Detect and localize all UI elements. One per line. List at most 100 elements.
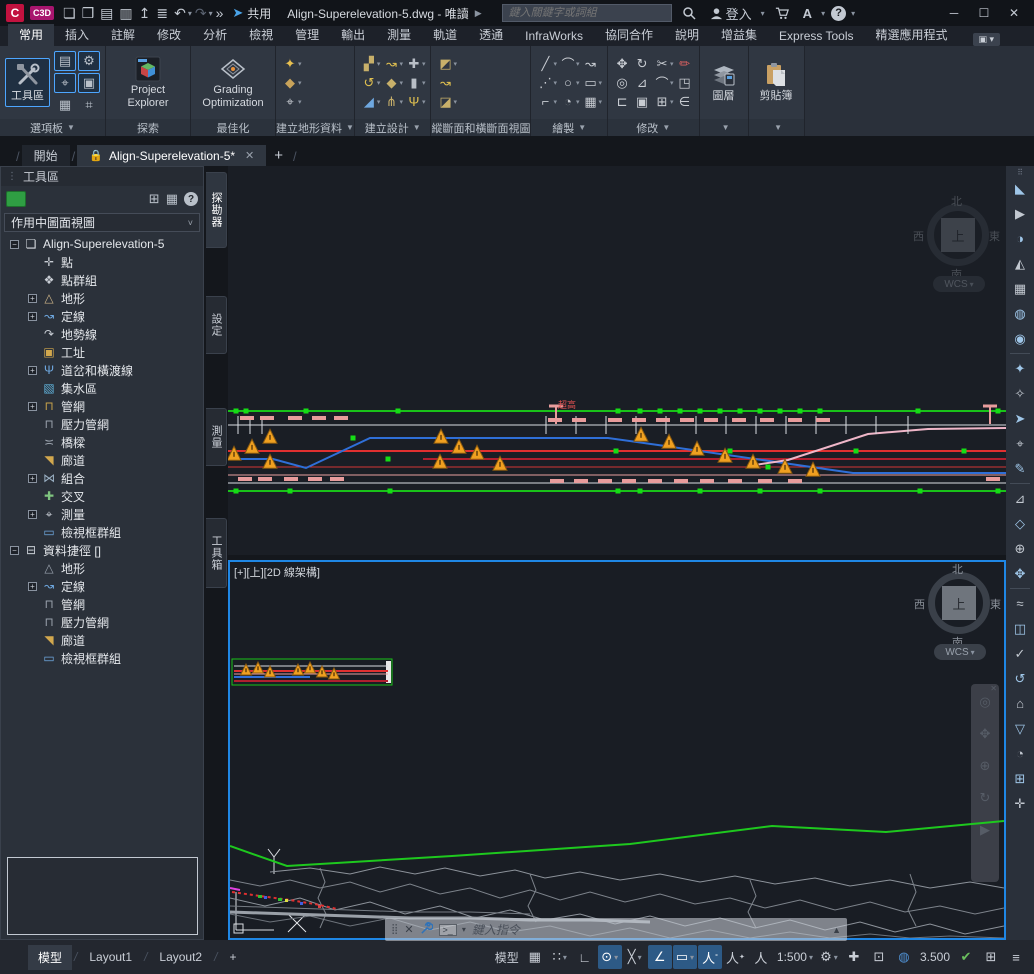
tree-item-壓力管網[interactable]: ⊓壓力管網 (4, 613, 202, 631)
file-tab-start[interactable]: 開始 (22, 145, 70, 166)
points-create-icon[interactable]: ✦▾ (281, 55, 302, 73)
snap-tool-icon[interactable]: ≈ (1006, 591, 1034, 616)
select-icon[interactable]: ➤ (1006, 406, 1034, 431)
ribbon-tab-透通[interactable]: 透通 (468, 24, 514, 46)
tree-expander-icon[interactable]: + (28, 294, 37, 303)
grid-tool-icon[interactable]: ▽ (1006, 716, 1034, 741)
tree-expander-icon[interactable]: + (28, 474, 37, 483)
home-icon[interactable]: ⌂ (1006, 691, 1034, 716)
alignment-icon-dropdown[interactable]: ▾ (399, 60, 403, 68)
inquiry-icon[interactable]: ⌖ (1006, 431, 1034, 456)
edit-icon[interactable]: ✎ (1006, 456, 1034, 481)
save-as-icon[interactable]: ▥ (116, 5, 135, 22)
ribbon-tab-輸出[interactable]: 輸出 (330, 24, 376, 46)
search-input[interactable] (502, 4, 672, 22)
toolspace-header[interactable]: ⋮ 工具區 (1, 167, 203, 186)
trim-icon-dropdown[interactable]: ▾ (670, 60, 674, 68)
preview-toggle-icon[interactable]: ▦ (166, 191, 178, 207)
tree-item-地勢線[interactable]: ↷地勢線 (4, 325, 202, 343)
profile-view-icon-dropdown[interactable]: ▾ (453, 60, 457, 68)
tree-item-地形[interactable]: △地形 (4, 559, 202, 577)
tree-item-點[interactable]: ✛點 (4, 253, 202, 271)
measure-icon[interactable]: ⊿ (1006, 486, 1034, 511)
tree-item-定線[interactable]: +↝定線 (4, 577, 202, 595)
ellipse-icon[interactable]: ◔▾ (559, 93, 580, 111)
tree-item-定線[interactable]: +↝定線 (4, 307, 202, 325)
help-icon[interactable]: ? (831, 6, 846, 21)
model-paper-toggle[interactable]: 模型 (492, 945, 522, 969)
surface-create-icon-dropdown[interactable]: ▾ (298, 79, 302, 87)
mirror-icon[interactable]: ⊿ (633, 74, 651, 92)
online-map-icon[interactable]: ◉ (1006, 326, 1034, 351)
profile-icon-dropdown[interactable]: ▾ (377, 98, 381, 106)
playback-icon[interactable]: ▶ (1006, 201, 1034, 226)
display-manager-icon[interactable]: ⌗ (78, 95, 100, 115)
side-tab-探勘器[interactable]: 探勘器 (206, 172, 227, 248)
ribbon-panel-label[interactable]: ▼ (700, 119, 748, 136)
tree-expander-icon[interactable]: + (28, 510, 37, 519)
tree-expander-icon[interactable]: + (28, 312, 37, 321)
tree-item-點群組[interactable]: ❖點群組 (4, 271, 202, 289)
command-grip-icon[interactable]: ⣿ (391, 924, 398, 935)
annotation-autoscale-icon[interactable]: 人✦ (723, 945, 748, 969)
signin-dropdown-icon[interactable]: ▾ (761, 9, 765, 18)
maximize-button[interactable]: ☐ (970, 2, 998, 24)
file-tab-document[interactable]: 🔒 Align-Superelevation-5* ✕ (77, 145, 266, 166)
analysis-icon[interactable]: ◭ (1006, 251, 1034, 276)
corridor-icon[interactable]: ⋔▾ (382, 93, 403, 111)
command-wrench-icon[interactable] (420, 922, 433, 938)
layers-button[interactable]: 圖層 (705, 58, 743, 107)
survey-data-icon[interactable]: ⌖▾ (281, 93, 302, 111)
tree-item-組合[interactable]: +⋈組合 (4, 469, 202, 487)
offset-icon[interactable]: ∈ (676, 93, 694, 111)
pline-edit-icon[interactable]: ⌐▾ (536, 93, 557, 111)
graphics-performance-icon[interactable]: ◍ (892, 945, 916, 969)
content-browser-icon[interactable]: ▦ (54, 95, 76, 115)
ribbon-tab-分析[interactable]: 分析 (192, 24, 238, 46)
circle-icon-dropdown[interactable]: ▾ (576, 79, 580, 87)
offset-tool-icon[interactable]: ◇ (1006, 511, 1034, 536)
parcel-icon-dropdown[interactable]: ▾ (377, 60, 381, 68)
move-icon[interactable]: ✥ (613, 55, 631, 73)
sheet-icon[interactable]: ▦ (1006, 276, 1034, 301)
ribbon-tab-插入[interactable]: 插入 (54, 24, 100, 46)
tree-item-集水區[interactable]: ▧集水區 (4, 379, 202, 397)
command-close-icon[interactable]: ✕ (404, 923, 413, 936)
viewport-bottom-active[interactable]: [+][上][2D 線架構] ✕◎✥⊕↻▶ 上北南西東WCS▾ (228, 560, 1006, 940)
grading-icon-dropdown[interactable]: ▾ (399, 79, 403, 87)
point-create-icon[interactable]: ✦ (1006, 356, 1034, 381)
annotation-icon[interactable]: 人 (749, 945, 773, 969)
panel-flyout-icon[interactable]: ▼ (774, 123, 782, 132)
rectangle-icon-dropdown[interactable]: ▾ (599, 79, 603, 87)
workspace-gear-icon[interactable]: ⚙▾ (817, 945, 841, 969)
ribbon-tab-測量[interactable]: 測量 (376, 24, 422, 46)
clipboard-button[interactable]: 剪貼簿 (754, 58, 799, 107)
ribbon-overflow-button[interactable]: ▣ ▾ (973, 33, 1001, 46)
feature-line-icon-dropdown[interactable]: ▾ (377, 79, 381, 87)
panel-icon[interactable]: ⊞ (1006, 766, 1034, 791)
layout-tab-Layout2[interactable]: Layout2 (149, 946, 212, 968)
minimize-button[interactable]: ─ (940, 2, 968, 24)
file-tab-close-icon[interactable]: ✕ (245, 149, 254, 162)
assembly-icon[interactable]: ▮▾ (405, 74, 426, 92)
points-create-icon-dropdown[interactable]: ▾ (298, 60, 302, 68)
signin-button[interactable]: 登入 (706, 4, 756, 23)
toolspace-help-icon[interactable]: ? (184, 192, 198, 206)
ribbon-tab-精選應用程式[interactable]: 精選應用程式 (865, 24, 959, 46)
annotation-visibility-icon[interactable]: 人° (698, 945, 722, 969)
customization-icon[interactable]: ≡ (1004, 945, 1028, 969)
annotation-scale-dropdown[interactable]: ▾ (809, 953, 813, 962)
search-icon[interactable] (678, 6, 700, 20)
tree-item-橋樑[interactable]: ≍橋樑 (4, 433, 202, 451)
scale-icon[interactable]: ▣ (633, 93, 651, 111)
ribbon-tab-協同合作[interactable]: 協同合作 (594, 24, 664, 46)
command-expand-icon[interactable]: ▲ (832, 925, 841, 935)
autodesk-dropdown-icon[interactable]: ▾ (821, 9, 825, 18)
rectangle-icon[interactable]: ▭▾ (582, 74, 603, 92)
pipe-network-icon[interactable]: Ψ▾ (405, 93, 426, 111)
tree-item-管網[interactable]: ⊓管網 (4, 595, 202, 613)
close-button[interactable]: ✕ (1000, 2, 1028, 24)
layout-tab-Layout1[interactable]: Layout1 (79, 946, 142, 968)
geolocation-icon[interactable]: ◍ (1006, 301, 1034, 326)
export-icon[interactable]: ↥ (136, 5, 154, 22)
